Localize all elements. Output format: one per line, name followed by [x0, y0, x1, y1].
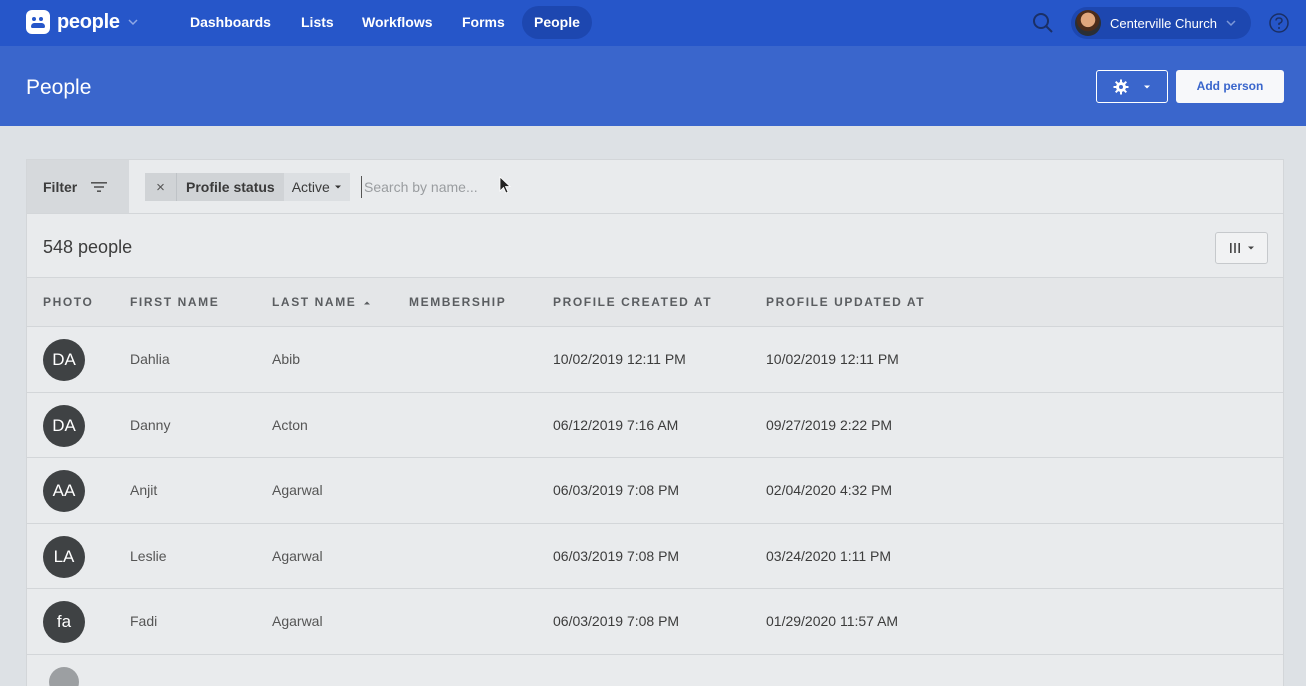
chip-value: Active [291, 179, 330, 195]
close-icon[interactable]: × [145, 173, 177, 201]
last-name: Acton [272, 416, 308, 433]
col-first-name[interactable]: FIRST NAME [130, 295, 219, 309]
first-name: Leslie [130, 547, 167, 564]
add-person-button[interactable]: Add person [1176, 70, 1284, 103]
filter-icon [91, 181, 108, 192]
avatar: DA [43, 404, 85, 447]
sort-asc-icon [364, 301, 371, 305]
chevron-down-icon [128, 19, 138, 26]
col-last-name-label: LAST NAME [272, 295, 357, 309]
org-name: Centerville Church [1110, 15, 1217, 31]
profile-created: 06/03/2019 7:08 PM [553, 547, 680, 564]
col-photo: PHOTO [43, 295, 94, 309]
first-name: Anjit [130, 482, 158, 498]
profile-created: 06/03/2019 7:08 PM [553, 482, 680, 498]
profile-created: 06/12/2019 7:16 AM [553, 416, 679, 433]
nav-dashboards[interactable]: Dashboards [178, 6, 283, 39]
people-logo-icon [26, 10, 50, 34]
avatar: DA [43, 339, 85, 381]
filter-button[interactable]: Filter [27, 160, 129, 213]
help-icon[interactable] [1268, 12, 1290, 34]
last-name: Agarwal [272, 547, 323, 564]
col-profile-created[interactable]: PROFILE CREATED AT [553, 295, 712, 309]
gear-icon [1113, 79, 1129, 94]
profile-updated: 03/24/2020 1:11 PM [766, 547, 892, 564]
first-name: Danny [130, 416, 171, 433]
nav-workflows[interactable]: Workflows [350, 6, 445, 39]
settings-dropdown-button[interactable] [1096, 70, 1168, 103]
last-name: Agarwal [272, 613, 323, 629]
last-name: Agarwal [272, 482, 323, 498]
people-table-card: Filter × Profile status Active 548 peopl… [26, 159, 1284, 686]
table-row[interactable]: DA Dahlia Abib 10/02/2019 12:11 PM 10/02… [27, 327, 1283, 393]
chevron-down-icon [334, 185, 341, 189]
profile-updated: 09/27/2019 2:22 PM [766, 416, 893, 433]
app-name: people [57, 10, 120, 33]
table-row[interactable]: LA Leslie Agarwal 06/03/2019 7:08 PM 03/… [27, 523, 1283, 589]
avatar: fa [43, 601, 85, 643]
avatar: LA [43, 535, 85, 578]
table-row[interactable]: AA Anjit Agarwal 06/03/2019 7:08 PM 02/0… [27, 458, 1283, 524]
avatar [1075, 10, 1101, 36]
avatar: AA [43, 470, 85, 512]
chip-label: Profile status [177, 173, 284, 201]
nav-lists[interactable]: Lists [289, 6, 346, 39]
chip-value-dropdown[interactable]: Active [283, 173, 350, 201]
nav-forms[interactable]: Forms [450, 6, 517, 39]
first-name: Dahlia [130, 351, 170, 367]
chevron-down-icon [1144, 85, 1150, 88]
nav-people[interactable]: People [522, 6, 592, 39]
profile-updated: 10/02/2019 12:11 PM [766, 351, 899, 367]
chevron-down-icon [1247, 246, 1254, 250]
page-title: People [26, 76, 92, 99]
page-header: People Add person [0, 46, 1306, 126]
table-row[interactable]: fa Fadi Agarwal 06/03/2019 7:08 PM 01/29… [27, 589, 1283, 655]
table-header: PHOTO FIRST NAME LAST NAME MEMBERSHIP PR… [27, 277, 1283, 327]
columns-dropdown-button[interactable] [1215, 232, 1268, 264]
cursor-icon [499, 176, 512, 194]
last-name: Abib [272, 351, 301, 367]
chevron-down-icon [1226, 20, 1236, 27]
col-last-name[interactable]: LAST NAME [272, 295, 371, 309]
columns-icon [1229, 243, 1240, 253]
first-name: Fadi [130, 613, 158, 629]
people-count: 548 people [43, 237, 133, 257]
search-input[interactable] [361, 176, 601, 198]
table-row[interactable] [27, 655, 1283, 686]
filter-label: Filter [43, 178, 78, 195]
col-profile-updated[interactable]: PROFILE UPDATED AT [766, 295, 925, 309]
search-icon[interactable] [1031, 11, 1055, 35]
table-row[interactable]: DA Danny Acton 06/12/2019 7:16 AM 09/27/… [27, 392, 1283, 458]
col-membership[interactable]: MEMBERSHIP [409, 295, 506, 309]
profile-updated: 02/04/2020 4:32 PM [766, 482, 893, 498]
profile-created: 10/02/2019 12:11 PM [553, 351, 686, 367]
profile-status-chip: × Profile status Active [145, 173, 350, 201]
app-switcher[interactable]: people [26, 10, 139, 34]
filter-bar: Filter × Profile status Active [27, 160, 1283, 214]
top-nav: people Dashboards Lists Workflows Forms … [0, 0, 1306, 46]
avatar [49, 666, 79, 686]
profile-created: 06/03/2019 7:08 PM [553, 613, 680, 629]
profile-updated: 01/29/2020 11:57 AM [766, 613, 899, 629]
table-body: DA Dahlia Abib 10/02/2019 12:11 PM 10/02… [27, 327, 1283, 686]
org-switcher[interactable]: Centerville Church [1071, 7, 1251, 39]
